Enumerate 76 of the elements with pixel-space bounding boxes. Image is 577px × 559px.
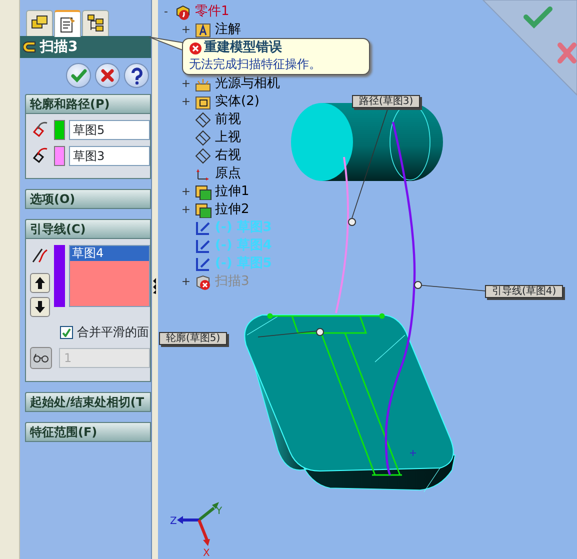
sweep-icon xyxy=(23,40,37,54)
close-icon xyxy=(98,66,117,85)
expand-toggle[interactable]: - xyxy=(160,4,172,20)
tree-item[interactable]: 前视 xyxy=(215,110,241,130)
handle-icon[interactable] xyxy=(316,328,324,336)
feature-title: 扫描3 xyxy=(40,38,78,56)
section-header[interactable]: 引导线(C) xyxy=(25,219,151,239)
expand-toggle[interactable]: + xyxy=(180,94,192,110)
tooltip-title: 重建模型错误 xyxy=(204,40,282,56)
sketch-icon xyxy=(194,256,212,272)
configuration-icon xyxy=(86,14,105,33)
tree-item[interactable]: 光源与相机 xyxy=(215,74,280,94)
preview-button[interactable] xyxy=(30,347,52,369)
handle-icon[interactable] xyxy=(348,218,356,226)
move-down-button[interactable] xyxy=(30,297,50,317)
tree-item[interactable]: 原点 xyxy=(215,164,241,184)
selection-field[interactable]: 草图5 xyxy=(69,120,150,140)
handle-icon[interactable] xyxy=(414,281,422,289)
section-header[interactable]: 轮廓和路径(P) xyxy=(25,94,151,114)
tooltip-message: 无法完成扫描特征操作。 xyxy=(189,56,322,72)
section-header[interactable]: 起始处/结束处相切(T xyxy=(25,392,151,412)
plus-icon xyxy=(410,450,416,456)
list-item[interactable]: 草图4 xyxy=(70,246,149,261)
panel-tab[interactable] xyxy=(54,10,81,37)
plane-icon xyxy=(194,112,212,128)
callout-label: 轮廓(草图5) xyxy=(159,332,228,345)
check-icon xyxy=(69,66,88,85)
up-arrow-icon xyxy=(34,276,46,290)
part-icon xyxy=(174,4,192,20)
extrude-icon xyxy=(194,202,212,218)
leader-line xyxy=(258,330,318,338)
tree-item[interactable]: 实体(2) xyxy=(215,92,260,112)
section-header[interactable]: 特征范围(F) xyxy=(25,422,151,442)
section-header[interactable]: 选项(O) xyxy=(25,189,151,209)
expand-toggle[interactable]: + xyxy=(180,202,192,218)
expand-toggle[interactable]: + xyxy=(180,22,192,38)
ok-button[interactable] xyxy=(66,63,91,88)
profile-icon xyxy=(30,120,50,140)
lights-folder-icon xyxy=(194,76,212,92)
tree-item[interactable]: 拉伸1 xyxy=(215,182,250,202)
down-arrow-icon xyxy=(34,300,46,314)
error-feature-icon xyxy=(194,274,212,290)
sketch-icon xyxy=(194,238,212,254)
axis-label: Z xyxy=(170,516,177,527)
plane-icon xyxy=(194,148,212,164)
guide-curve-list[interactable]: 草图4 xyxy=(69,245,150,307)
panel-tab[interactable] xyxy=(26,10,53,36)
collapse-arrows-icon[interactable] xyxy=(152,277,157,295)
move-up-button[interactable] xyxy=(30,273,50,293)
extrude-icon xyxy=(194,184,212,200)
selection-field[interactable]: 草图3 xyxy=(69,146,150,166)
axis-label: X xyxy=(203,548,210,559)
property-sheet-icon xyxy=(58,15,77,34)
callout-label: 引导线(草图4) xyxy=(485,285,564,298)
callout-label: 路径(草图3) xyxy=(352,95,420,108)
tree-item[interactable]: 右视 xyxy=(215,146,241,166)
plane-icon xyxy=(194,130,212,146)
check-icon[interactable] xyxy=(524,6,552,29)
bodies-folder-icon xyxy=(194,94,212,110)
panel-tab[interactable] xyxy=(82,10,109,36)
sketch-icon xyxy=(194,220,212,236)
checkbox-label: 合并平滑的面 xyxy=(77,324,149,341)
tree-item[interactable]: 拉伸2 xyxy=(215,200,250,220)
tree-item[interactable]: 上视 xyxy=(215,128,241,148)
path-icon xyxy=(30,146,50,166)
expand-toggle[interactable]: + xyxy=(180,184,192,200)
merge-checkbox[interactable] xyxy=(60,326,73,338)
axis-label: Y xyxy=(216,506,222,517)
expand-toggle[interactable]: + xyxy=(180,274,192,290)
checkmark-icon xyxy=(62,328,71,336)
error-icon xyxy=(189,42,202,54)
help-button[interactable] xyxy=(124,63,149,88)
cancel-button[interactable] xyxy=(95,63,120,88)
expand-toggle[interactable]: + xyxy=(180,76,192,92)
glasses-icon xyxy=(33,353,49,363)
tree-item[interactable]: 注解 xyxy=(215,20,241,40)
